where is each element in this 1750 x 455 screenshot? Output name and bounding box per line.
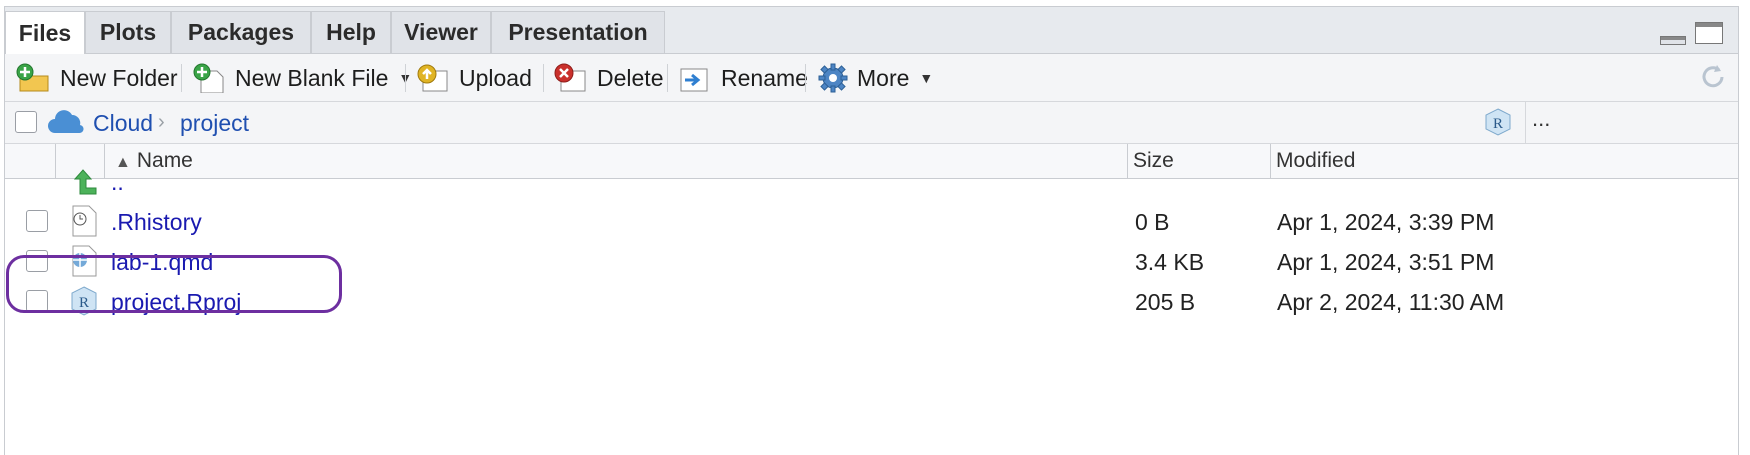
delete-button[interactable]: Delete xyxy=(553,60,663,96)
file-size: 3.4 KB xyxy=(1135,249,1205,275)
row-checkbox[interactable] xyxy=(26,210,48,232)
more-button[interactable]: More ▼ xyxy=(817,60,933,96)
file-modified: Apr 2, 2024, 11:30 AM xyxy=(1277,289,1505,315)
chevron-down-icon: ▼ xyxy=(919,70,934,86)
new-folder-button[interactable]: New Folder xyxy=(16,60,178,96)
file-name-link[interactable]: .Rhistory xyxy=(111,209,202,236)
rename-button[interactable]: Rename xyxy=(677,60,808,96)
rproj-file-icon: R xyxy=(69,285,99,322)
table-row: lab-1.qmd 3.4 KB Apr 1, 2024, 3:51 PM xyxy=(5,243,1738,283)
parent-directory-link[interactable]: .. xyxy=(111,169,124,196)
minimize-icon[interactable] xyxy=(1660,33,1686,51)
rename-icon xyxy=(680,68,708,92)
table-row: R project.Rproj 205 B Apr 2, 2024, 11:30… xyxy=(5,283,1738,323)
svg-text:R: R xyxy=(79,295,89,311)
cloud-icon[interactable] xyxy=(47,107,87,140)
breadcrumb-project[interactable]: project xyxy=(180,110,249,137)
new-file-icon xyxy=(193,63,224,93)
rproj-icon[interactable]: R xyxy=(1483,107,1513,142)
tab-presentation[interactable]: Presentation xyxy=(491,11,665,53)
file-size: 205 B xyxy=(1135,289,1196,315)
tab-plots[interactable]: Plots xyxy=(85,11,171,53)
tab-help[interactable]: Help xyxy=(311,11,391,53)
upload-button[interactable]: Upload xyxy=(415,60,532,96)
tab-viewer[interactable]: Viewer xyxy=(391,11,491,53)
file-size: 0 B xyxy=(1135,209,1170,235)
more-options-button[interactable]: ... xyxy=(1532,106,1550,132)
files-toolbar: New Folder New Blank File ▼ Upload xyxy=(5,54,1738,102)
delete-icon xyxy=(554,63,586,92)
upload-icon xyxy=(417,64,448,92)
row-checkbox[interactable] xyxy=(26,290,48,312)
history-file-icon xyxy=(69,205,99,242)
file-modified: Apr 1, 2024, 3:51 PM xyxy=(1277,249,1495,275)
table-row: .Rhistory 0 B Apr 1, 2024, 3:39 PM xyxy=(5,203,1738,243)
tab-packages[interactable]: Packages xyxy=(171,11,311,53)
row-checkbox[interactable] xyxy=(26,250,48,272)
svg-text:R: R xyxy=(1493,116,1503,132)
maximize-icon[interactable] xyxy=(1695,22,1723,49)
parent-directory-row[interactable]: .. xyxy=(5,163,1738,203)
up-arrow-icon xyxy=(69,167,99,202)
file-modified: Apr 1, 2024, 3:39 PM xyxy=(1277,209,1495,235)
files-pane: Files Plots Packages Help Viewer Present… xyxy=(4,6,1739,455)
new-folder-icon xyxy=(16,63,49,92)
file-name-link[interactable]: lab-1.qmd xyxy=(111,249,213,276)
new-blank-file-button[interactable]: New Blank File ▼ xyxy=(191,60,412,96)
breadcrumb-separator-icon: › xyxy=(158,111,165,133)
file-name-link[interactable]: project.Rproj xyxy=(111,289,241,316)
select-all-checkbox[interactable] xyxy=(15,111,37,133)
gear-icon xyxy=(818,63,848,93)
path-bar: Cloud › project R ... xyxy=(5,102,1738,144)
breadcrumb-cloud[interactable]: Cloud xyxy=(93,110,153,137)
refresh-icon[interactable] xyxy=(1698,62,1728,97)
quarto-file-icon xyxy=(69,245,99,282)
tab-files[interactable]: Files xyxy=(5,11,85,54)
tab-bar: Files Plots Packages Help Viewer Present… xyxy=(5,7,1738,54)
